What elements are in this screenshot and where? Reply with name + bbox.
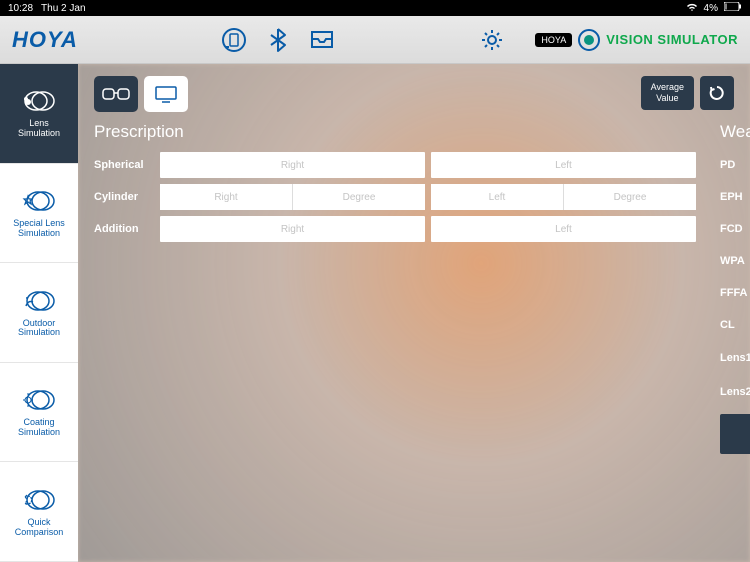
cylinder-right-degree-input[interactable] bbox=[293, 184, 425, 210]
lens-simulation-icon bbox=[21, 87, 57, 115]
cylinder-left-degree-input[interactable] bbox=[564, 184, 696, 210]
sidebar-item-label: Special LensSimulation bbox=[13, 219, 65, 239]
fffa-label: FFFA bbox=[720, 287, 750, 299]
sidebar-item-quick-comparison[interactable]: QuickComparison bbox=[0, 462, 78, 562]
eph-row: EPH bbox=[720, 184, 750, 210]
prescription-title: Prescription bbox=[94, 122, 696, 142]
lens2-label: Lens2 bbox=[720, 386, 750, 398]
main-panel: AverageValue Prescription Spherical bbox=[78, 64, 750, 562]
vision-simulator-badge: HOYA VISION SIMULATOR bbox=[535, 29, 738, 51]
battery-icon bbox=[724, 2, 742, 14]
sidebar-item-label: CoatingSimulation bbox=[18, 418, 60, 438]
fffa-row: FFFA bbox=[720, 280, 750, 306]
view-mode-toggles bbox=[94, 76, 188, 112]
sidebar-item-label: QuickComparison bbox=[15, 518, 64, 538]
addition-left-input[interactable] bbox=[431, 216, 696, 242]
wpa-label: WPA bbox=[720, 255, 750, 267]
spherical-row: Spherical bbox=[94, 152, 696, 178]
addition-row: Addition bbox=[94, 216, 696, 242]
sidebar-item-label: OutdoorSimulation bbox=[18, 319, 60, 339]
lens2-row: Lens2 LifeStyle V+ X-ACT Harmony bbox=[720, 378, 750, 406]
wpa-row: WPA bbox=[720, 248, 750, 274]
cylinder-label: Cylinder bbox=[94, 191, 152, 203]
hoya-logo: HOYA bbox=[12, 27, 78, 53]
ios-statusbar: 10:28 Thu 2 Jan 4% bbox=[0, 0, 750, 16]
lens1-row: Lens1 Myself bbox=[720, 344, 750, 372]
screen-mode-button[interactable] bbox=[144, 76, 188, 112]
average-value-button[interactable]: AverageValue bbox=[641, 76, 694, 110]
battery-level: 4% bbox=[704, 3, 718, 14]
simulate-button[interactable]: SIMULATE bbox=[720, 414, 750, 454]
glasses-mode-button[interactable] bbox=[94, 76, 138, 112]
wearing-parameters-column: Wearing Parameters PD EPH bbox=[720, 122, 750, 550]
spherical-left-input[interactable] bbox=[431, 152, 696, 178]
vs-hoya-badge: HOYA bbox=[535, 33, 572, 47]
sidebar-item-outdoor[interactable]: OutdoorSimulation bbox=[0, 263, 78, 363]
eph-label: EPH bbox=[720, 191, 750, 203]
fcd-label: FCD bbox=[720, 223, 750, 235]
cl-label: CL bbox=[720, 319, 750, 331]
refresh-button[interactable] bbox=[700, 76, 734, 110]
pd-row: PD bbox=[720, 152, 750, 178]
lens1-label: Lens1 bbox=[720, 352, 750, 364]
addition-label: Addition bbox=[94, 223, 152, 235]
top-icons bbox=[219, 25, 337, 55]
topbar: HOYA HOYA VISION SIMULATOR bbox=[0, 16, 750, 64]
prescription-column: Prescription Spherical Cylinder bbox=[94, 122, 696, 550]
wearing-title: Wearing Parameters bbox=[720, 122, 750, 142]
sidebar-item-lens-simulation[interactable]: LensSimulation bbox=[0, 64, 78, 164]
sidebar-item-special-lens[interactable]: Special LensSimulation bbox=[0, 164, 78, 264]
sidebar-item-label: LensSimulation bbox=[18, 119, 60, 139]
cylinder-right-input[interactable] bbox=[160, 184, 293, 210]
device-icon[interactable] bbox=[219, 25, 249, 55]
addition-right-input[interactable] bbox=[160, 216, 425, 242]
coating-icon bbox=[21, 386, 57, 414]
pd-label: PD bbox=[720, 159, 750, 171]
cl-row: CL bbox=[720, 312, 750, 338]
cylinder-row: Cylinder bbox=[94, 184, 696, 210]
status-date: Thu 2 Jan bbox=[41, 3, 85, 14]
cylinder-left-input[interactable] bbox=[431, 184, 564, 210]
wifi-icon bbox=[686, 2, 698, 15]
vs-label: VISION SIMULATOR bbox=[606, 32, 738, 47]
spherical-label: Spherical bbox=[94, 159, 152, 171]
inbox-icon[interactable] bbox=[307, 25, 337, 55]
eye-icon bbox=[578, 29, 600, 51]
status-time: 10:28 bbox=[8, 3, 33, 14]
bluetooth-icon[interactable] bbox=[263, 25, 293, 55]
outdoor-icon bbox=[21, 287, 57, 315]
special-lens-icon bbox=[21, 187, 57, 215]
comparison-icon bbox=[21, 486, 57, 514]
spherical-right-input[interactable] bbox=[160, 152, 425, 178]
sidebar: LensSimulation Special LensSimulation Ou… bbox=[0, 64, 78, 562]
sidebar-item-coating[interactable]: CoatingSimulation bbox=[0, 363, 78, 463]
fcd-row: FCD bbox=[720, 216, 750, 242]
settings-icon[interactable] bbox=[477, 25, 507, 55]
